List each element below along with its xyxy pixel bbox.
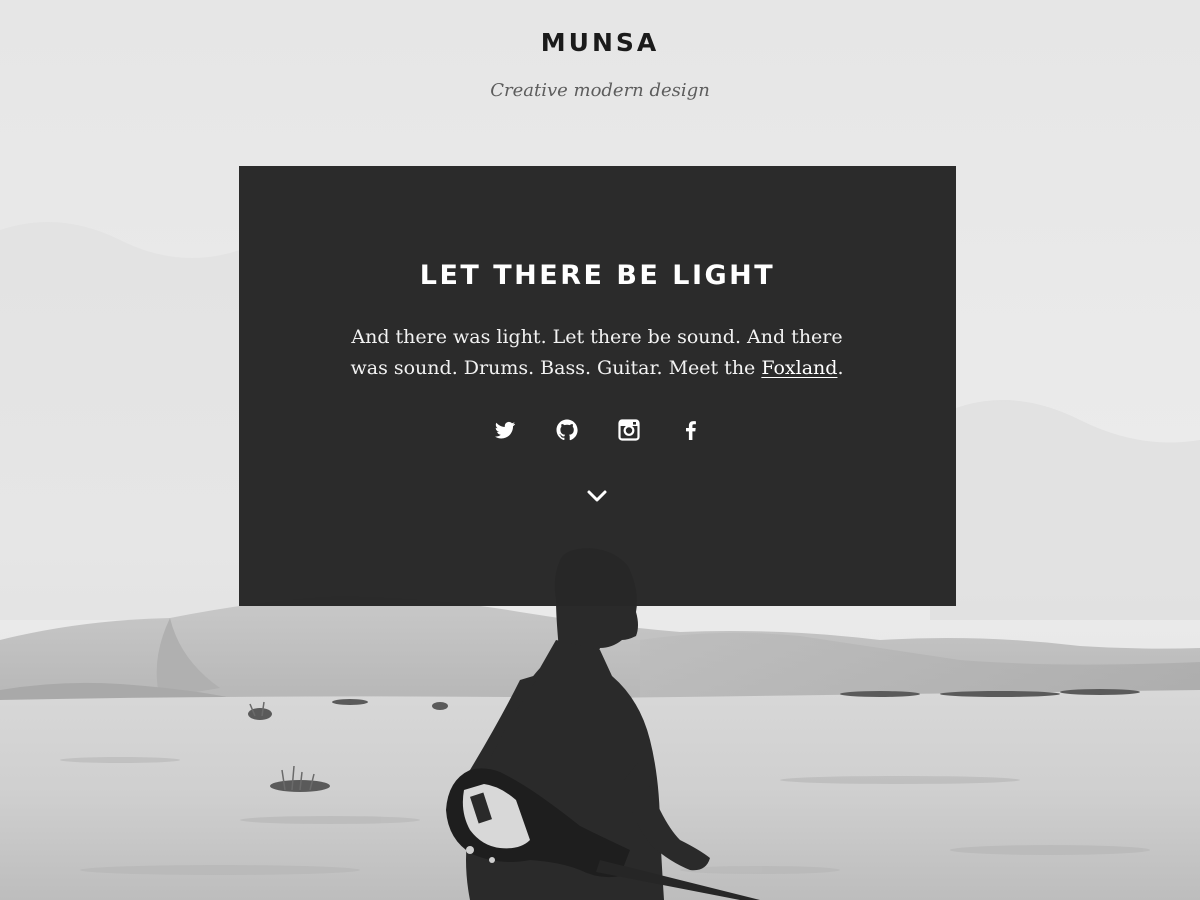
intro-text-after-link: . [837, 357, 844, 379]
instagram-link[interactable] [617, 418, 641, 442]
intro-text: And there was light. Let there be sound.… [337, 322, 857, 384]
social-links [239, 418, 956, 442]
twitter-link[interactable] [493, 418, 517, 442]
instagram-icon [617, 419, 640, 441]
twitter-icon [494, 421, 515, 439]
github-link[interactable] [555, 418, 579, 442]
intro-heading: LET THERE BE LIGHT [419, 260, 776, 291]
site-title-link[interactable]: MUNSA [0, 28, 1200, 57]
facebook-link[interactable] [679, 418, 703, 442]
facebook-icon [685, 421, 696, 440]
scroll-down-button[interactable] [585, 486, 609, 506]
site-header: MUNSA Creative modern design [0, 0, 1200, 130]
chevron-down-icon [587, 490, 607, 502]
intro-panel: LET THERE BE LIGHT And there was light. … [239, 166, 956, 606]
github-icon [556, 419, 578, 441]
site-tagline: Creative modern design [490, 80, 710, 101]
foxland-link[interactable]: Foxland [761, 357, 837, 379]
